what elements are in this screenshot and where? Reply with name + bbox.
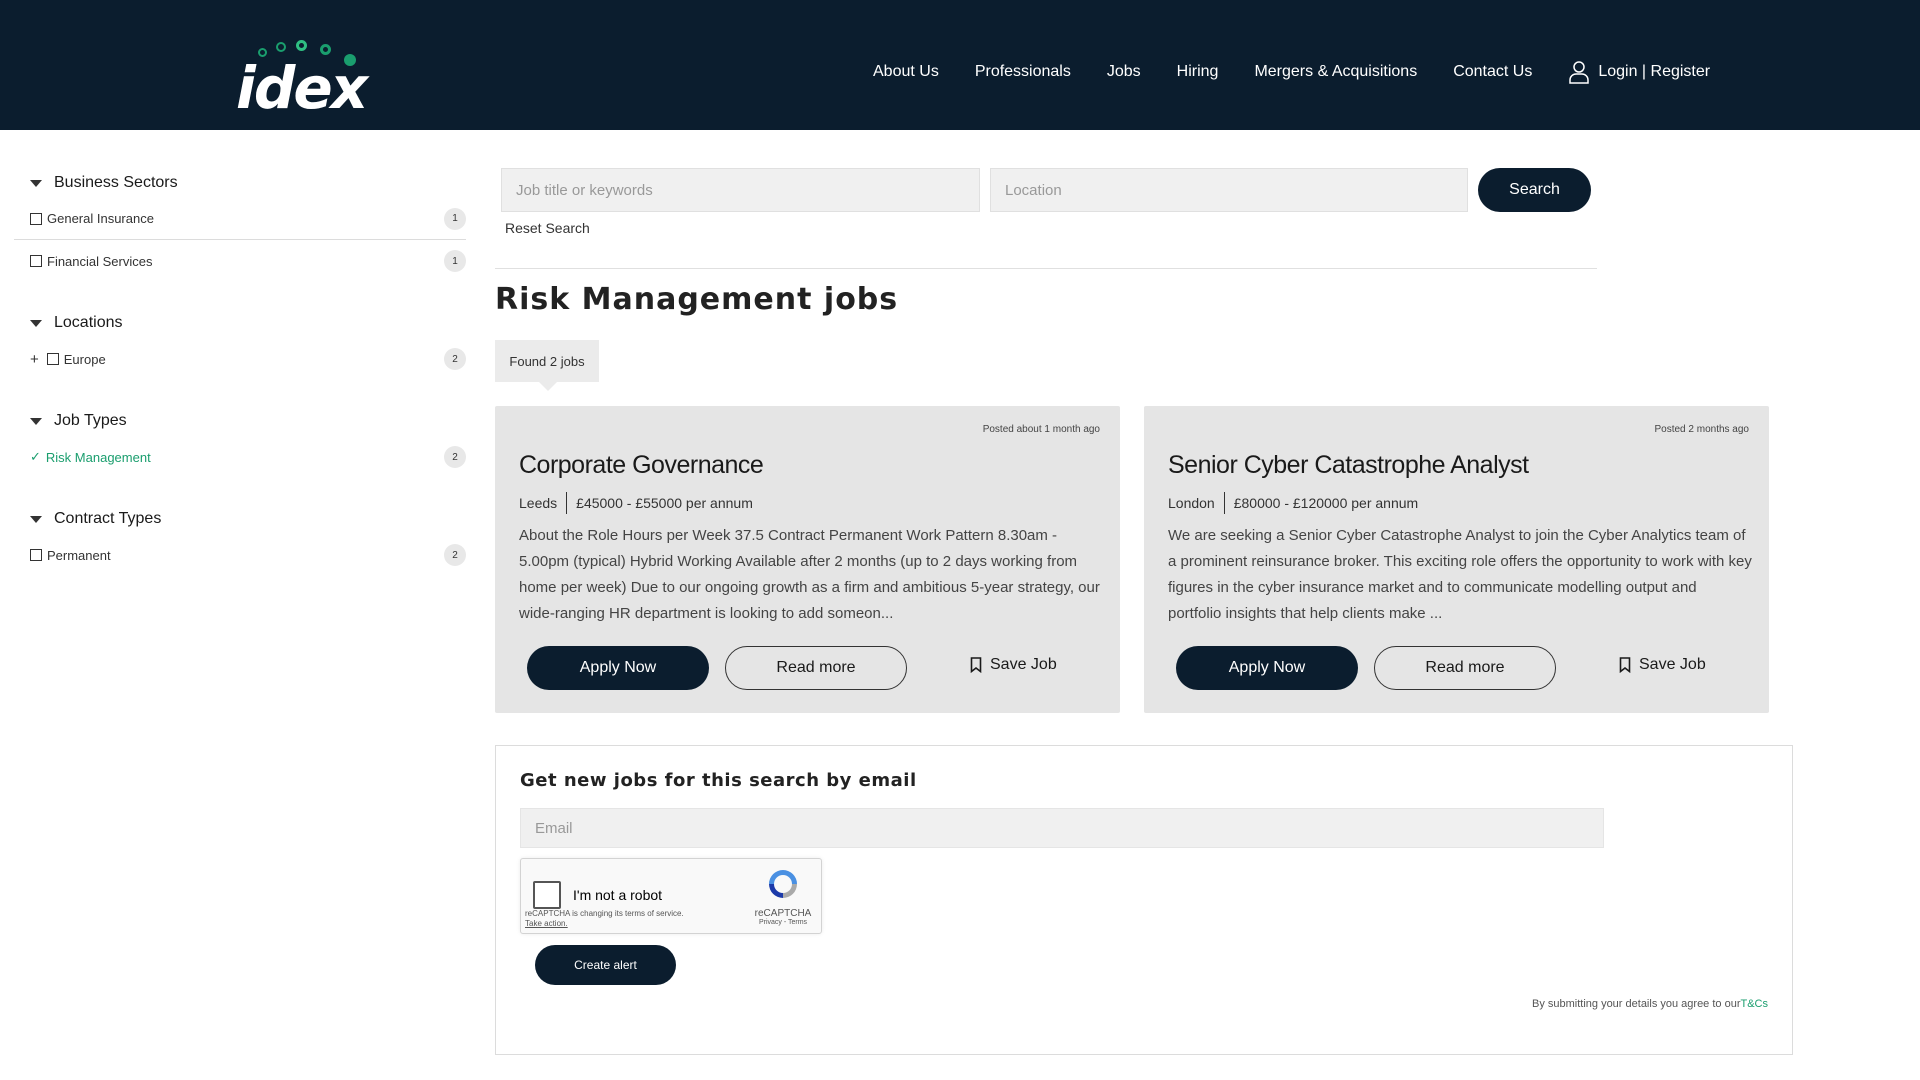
checkbox[interactable] [46,353,59,365]
count-badge: 2 [444,446,466,468]
filter-item-risk-management[interactable]: ✓ Risk Management 2 [14,436,466,478]
checkmark-icon: ✓ [30,449,41,464]
filter-label: Risk Management [45,449,151,465]
terms-notice: By submitting your details you agree to … [1532,998,1768,1010]
apply-now-button[interactable]: Apply Now [1176,646,1358,690]
filter-item-financial-services[interactable]: Financial Services 1 [14,240,466,282]
read-more-button[interactable]: Read more [1374,646,1556,690]
job-salary: £45000 - £55000 per annum [576,495,753,511]
job-alert-form: Get new jobs for this search by email Em… [495,745,1793,1055]
job-salary: £80000 - £120000 per annum [1233,495,1419,511]
meta-separator [566,492,568,514]
filter-label: Financial Services [47,253,153,269]
facet-business-sectors[interactable]: Business Sectors [30,168,466,198]
location-input[interactable]: Location [990,168,1468,212]
job-meta: London £80000 - £120000 per annum [1168,492,1418,514]
read-more-button[interactable]: Read more [725,646,907,690]
terms-text: By submitting your details you agree to … [1531,998,1741,1010]
filter-label: Europe [63,351,106,367]
facet-locations[interactable]: Locations [30,308,466,338]
filter-label: Permanent [47,547,111,563]
recaptcha-brand: reCAPTCHA [754,908,812,919]
count-badge: 2 [444,348,466,370]
facet-job-types[interactable]: Job Types [30,406,466,436]
filter-item-permanent[interactable]: Permanent 2 [14,534,466,576]
count-badge: 1 [444,250,466,272]
posted-date: Posted 2 months ago [1654,424,1749,435]
main-nav: About Us Professionals Jobs Hiring Merge… [873,60,1710,84]
recaptcha-checkbox[interactable] [533,881,561,909]
save-job-label: Save Job [990,656,1057,673]
filter-label: General Insurance [47,211,154,226]
alert-title: Get new jobs for this search by email [520,770,917,791]
bookmark-icon [970,657,982,673]
facet-title-label: Business Sectors [54,174,178,191]
divider [495,268,1597,269]
logo-dot [296,40,307,51]
count-badge: 2 [444,544,466,566]
caret-down-icon [30,319,42,327]
keywords-input[interactable]: Job title or keywords [501,168,980,212]
facet-contract-types[interactable]: Contract Types [30,504,466,534]
recaptcha-label: I'm not a robot [573,887,663,903]
filter-sidebar: Business Sectors General Insurance 1 Fin… [14,168,466,576]
checkbox[interactable] [30,212,42,225]
email-input[interactable]: Email [520,808,1604,848]
terms-link[interactable]: T&Cs [1741,998,1769,1010]
caret-down-icon [30,515,42,523]
create-alert-button[interactable]: Create alert [535,945,676,985]
recaptcha-widget: I'm not a robot reCAPTCHA is changing it… [520,858,822,934]
nav-jobs[interactable]: Jobs [1107,63,1141,81]
recaptcha-logo: reCAPTCHA Privacy - Terms [753,867,813,926]
job-location: London [1168,495,1215,511]
idex-logo[interactable]: idex [236,36,386,122]
job-meta: Leeds £45000 - £55000 per annum [519,492,753,514]
job-card: Posted about 1 month ago Corporate Gover… [495,406,1120,713]
job-description: We are seeking a Senior Cyber Catastroph… [1168,527,1752,622]
facet-title-label: Contract Types [54,510,162,527]
page-title: Risk Management jobs [495,282,899,317]
recaptcha-notice: reCAPTCHA is changing its terms of servi… [525,909,684,929]
user-icon [1569,61,1590,84]
recaptcha-icon [769,870,797,898]
logo-dot [276,42,286,52]
search-button[interactable]: Search [1478,168,1591,212]
recaptcha-privacy-terms[interactable]: Privacy - Terms [753,919,813,926]
job-title-link[interactable]: Corporate Governance [519,451,764,480]
job-card: Posted 2 months ago Senior Cyber Catastr… [1144,406,1769,713]
caret-down-icon [30,417,42,425]
bookmark-icon [1619,657,1631,673]
recaptcha-notice-text: reCAPTCHA is changing its terms of servi… [525,909,684,918]
filter-item-europe[interactable]: + Europe 2 [14,338,466,380]
recaptcha-take-action-link[interactable]: Take action. [525,919,568,928]
save-job-label: Save Job [1639,656,1706,673]
job-title-link[interactable]: Senior Cyber Catastrophe Analyst [1168,451,1529,480]
reset-search-link[interactable]: Reset Search [505,220,590,236]
meta-separator [1223,492,1225,514]
nav-mergers-acquisitions[interactable]: Mergers & Acquisitions [1254,63,1417,81]
save-job-button[interactable]: Save Job [1619,656,1706,674]
checkbox[interactable] [30,255,42,267]
login-register-link[interactable]: Login | Register [1568,60,1710,84]
logo-text: idex [236,54,368,122]
filter-item-general-insurance[interactable]: General Insurance 1 [14,198,466,240]
login-label: Login | Register [1598,63,1711,80]
facet-title-label: Job Types [54,412,127,429]
caret-down-icon [30,179,42,187]
nav-contact-us[interactable]: Contact Us [1453,63,1532,81]
facet-title-label: Locations [54,314,123,331]
apply-now-button[interactable]: Apply Now [527,646,709,690]
nav-about-us[interactable]: About Us [873,63,939,81]
job-description: About the Role Hours per Week 37.5 Contr… [519,527,1100,622]
count-badge: 1 [444,207,466,230]
job-location: Leeds [519,495,558,511]
nav-professionals[interactable]: Professionals [975,63,1071,81]
checkbox[interactable] [30,549,42,561]
plus-icon[interactable]: + [30,351,39,368]
save-job-button[interactable]: Save Job [970,656,1057,674]
nav-hiring[interactable]: Hiring [1177,63,1219,81]
results-count-badge: Found 2 jobs [495,340,599,391]
site-header: idex About Us Professionals Jobs Hiring … [0,0,1920,130]
posted-date: Posted about 1 month ago [982,424,1100,435]
